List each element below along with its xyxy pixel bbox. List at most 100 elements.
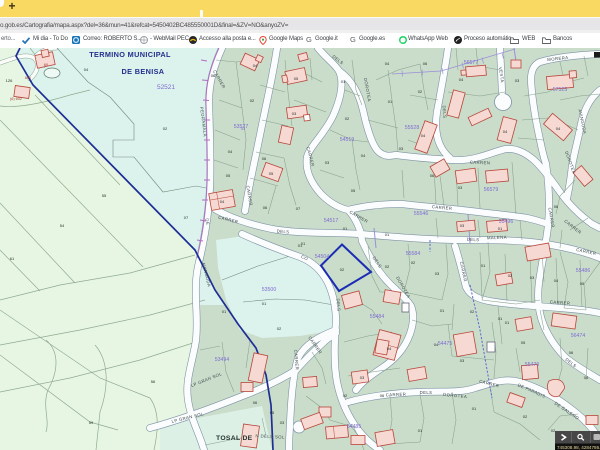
svg-text:54475: 54475 — [438, 341, 453, 347]
svg-text:55496: 55496 — [499, 219, 514, 225]
svg-text:601: 601 — [25, 76, 31, 80]
svg-text:126: 126 — [6, 78, 13, 83]
svg-text:03: 03 — [241, 126, 246, 131]
svg-text:55470: 55470 — [525, 362, 540, 368]
svg-text:60: 60 — [44, 63, 48, 67]
svg-text:DE BENISA: DE BENISA — [122, 67, 165, 76]
svg-text:02: 02 — [250, 98, 255, 103]
svg-text:03: 03 — [515, 78, 520, 83]
svg-text:TOSAL DE: TOSAL DE — [216, 435, 253, 442]
svg-text:03: 03 — [292, 111, 297, 116]
svg-text:01: 01 — [341, 79, 346, 84]
svg-text:02: 02 — [277, 326, 282, 331]
svg-text:DELS: DELS — [420, 390, 433, 395]
svg-text:01: 01 — [298, 243, 303, 248]
svg-text:04: 04 — [554, 278, 559, 283]
svg-text:01: 01 — [222, 309, 227, 314]
svg-text:06: 06 — [263, 205, 268, 210]
svg-text:02: 02 — [418, 89, 423, 94]
svg-text:59: 59 — [89, 420, 94, 425]
svg-text:05: 05 — [521, 340, 526, 345]
svg-text:03: 03 — [325, 160, 330, 165]
svg-text:04: 04 — [387, 346, 392, 351]
svg-text:CARRER: CARRER — [386, 392, 407, 398]
svg-text:02: 02 — [345, 116, 350, 121]
svg-text:55546: 55546 — [414, 211, 429, 217]
svg-text:55528: 55528 — [405, 125, 420, 131]
svg-text:06: 06 — [380, 393, 385, 398]
svg-text:04: 04 — [253, 63, 258, 68]
svg-text:54519: 54519 — [340, 137, 355, 143]
svg-text:03: 03 — [435, 271, 440, 276]
svg-text:DELS: DELS — [277, 229, 290, 235]
svg-text:01: 01 — [418, 428, 423, 433]
svg-text:54485: 54485 — [347, 424, 362, 430]
svg-text:03: 03 — [460, 223, 465, 228]
svg-text:05: 05 — [269, 171, 274, 176]
svg-text:01: 01 — [388, 99, 393, 104]
svg-text:02: 02 — [470, 309, 475, 314]
svg-text:54517: 54517 — [324, 218, 339, 224]
svg-text:04: 04 — [556, 126, 561, 131]
svg-text:56579: 56579 — [484, 187, 499, 193]
svg-text:TERMINO MUNICIPAL: TERMINO MUNICIPAL — [89, 50, 171, 59]
svg-text:01: 01 — [505, 320, 510, 325]
svg-text:57525: 57525 — [553, 87, 568, 93]
svg-text:05: 05 — [226, 173, 231, 178]
svg-text:06: 06 — [253, 400, 258, 405]
svg-text:02: 02 — [508, 273, 513, 278]
svg-text:04: 04 — [421, 133, 426, 138]
svg-text:03: 03 — [360, 375, 365, 380]
svg-text:06: 06 — [430, 173, 435, 178]
svg-text:CARREN: CARREN — [470, 160, 491, 166]
svg-text:01: 01 — [385, 232, 390, 237]
svg-text:04: 04 — [361, 153, 366, 158]
svg-text:03: 03 — [530, 275, 535, 280]
svg-text:06: 06 — [569, 350, 574, 355]
svg-text:04: 04 — [459, 77, 464, 82]
svg-text:04: 04 — [385, 61, 390, 66]
svg-text:04: 04 — [503, 129, 508, 134]
svg-text:04: 04 — [584, 375, 589, 380]
svg-text:02: 02 — [163, 126, 168, 131]
svg-text:06: 06 — [423, 61, 428, 66]
svg-text:05: 05 — [580, 281, 585, 286]
svg-text:03: 03 — [460, 358, 465, 363]
svg-text:01: 01 — [343, 226, 348, 231]
svg-text:02: 02 — [343, 393, 348, 398]
svg-text:53500: 53500 — [262, 287, 277, 293]
svg-text:03: 03 — [399, 146, 404, 151]
svg-text:05: 05 — [294, 76, 299, 81]
svg-text:54504: 54504 — [315, 254, 330, 260]
svg-text:01: 01 — [472, 406, 477, 411]
svg-text:01: 01 — [498, 226, 503, 231]
svg-text:06: 06 — [262, 156, 267, 161]
svg-text:MALENA: MALENA — [487, 235, 507, 241]
svg-text:56: 56 — [151, 379, 156, 384]
svg-text:52521: 52521 — [157, 84, 175, 91]
svg-text:61: 61 — [10, 256, 15, 261]
svg-text:745308.98, 4284786.53: 745308.98, 4284786.53 — [557, 445, 600, 450]
svg-text:03: 03 — [458, 185, 463, 190]
svg-text:05: 05 — [351, 188, 356, 193]
svg-text:02: 02 — [340, 267, 345, 272]
svg-text:55584: 55584 — [406, 251, 421, 257]
svg-text:56577: 56577 — [464, 60, 479, 66]
svg-text:55484: 55484 — [370, 314, 385, 320]
svg-text:56474: 56474 — [571, 333, 586, 339]
svg-text:54: 54 — [60, 223, 65, 228]
svg-text:02: 02 — [385, 264, 390, 269]
svg-text:05: 05 — [270, 410, 275, 415]
svg-text:07: 07 — [296, 206, 301, 211]
svg-text:55486: 55486 — [576, 268, 591, 274]
svg-text:DELS: DELS — [467, 237, 480, 242]
svg-text:04: 04 — [84, 67, 89, 72]
svg-text:01: 01 — [481, 263, 486, 268]
svg-text:01: 01 — [262, 301, 267, 306]
svg-text:03: 03 — [280, 420, 285, 425]
svg-text:02: 02 — [523, 414, 528, 419]
svg-text:06: 06 — [554, 204, 559, 209]
svg-text:04: 04 — [220, 199, 225, 204]
svg-text:01: 01 — [498, 316, 503, 321]
svg-text:55: 55 — [102, 193, 107, 198]
